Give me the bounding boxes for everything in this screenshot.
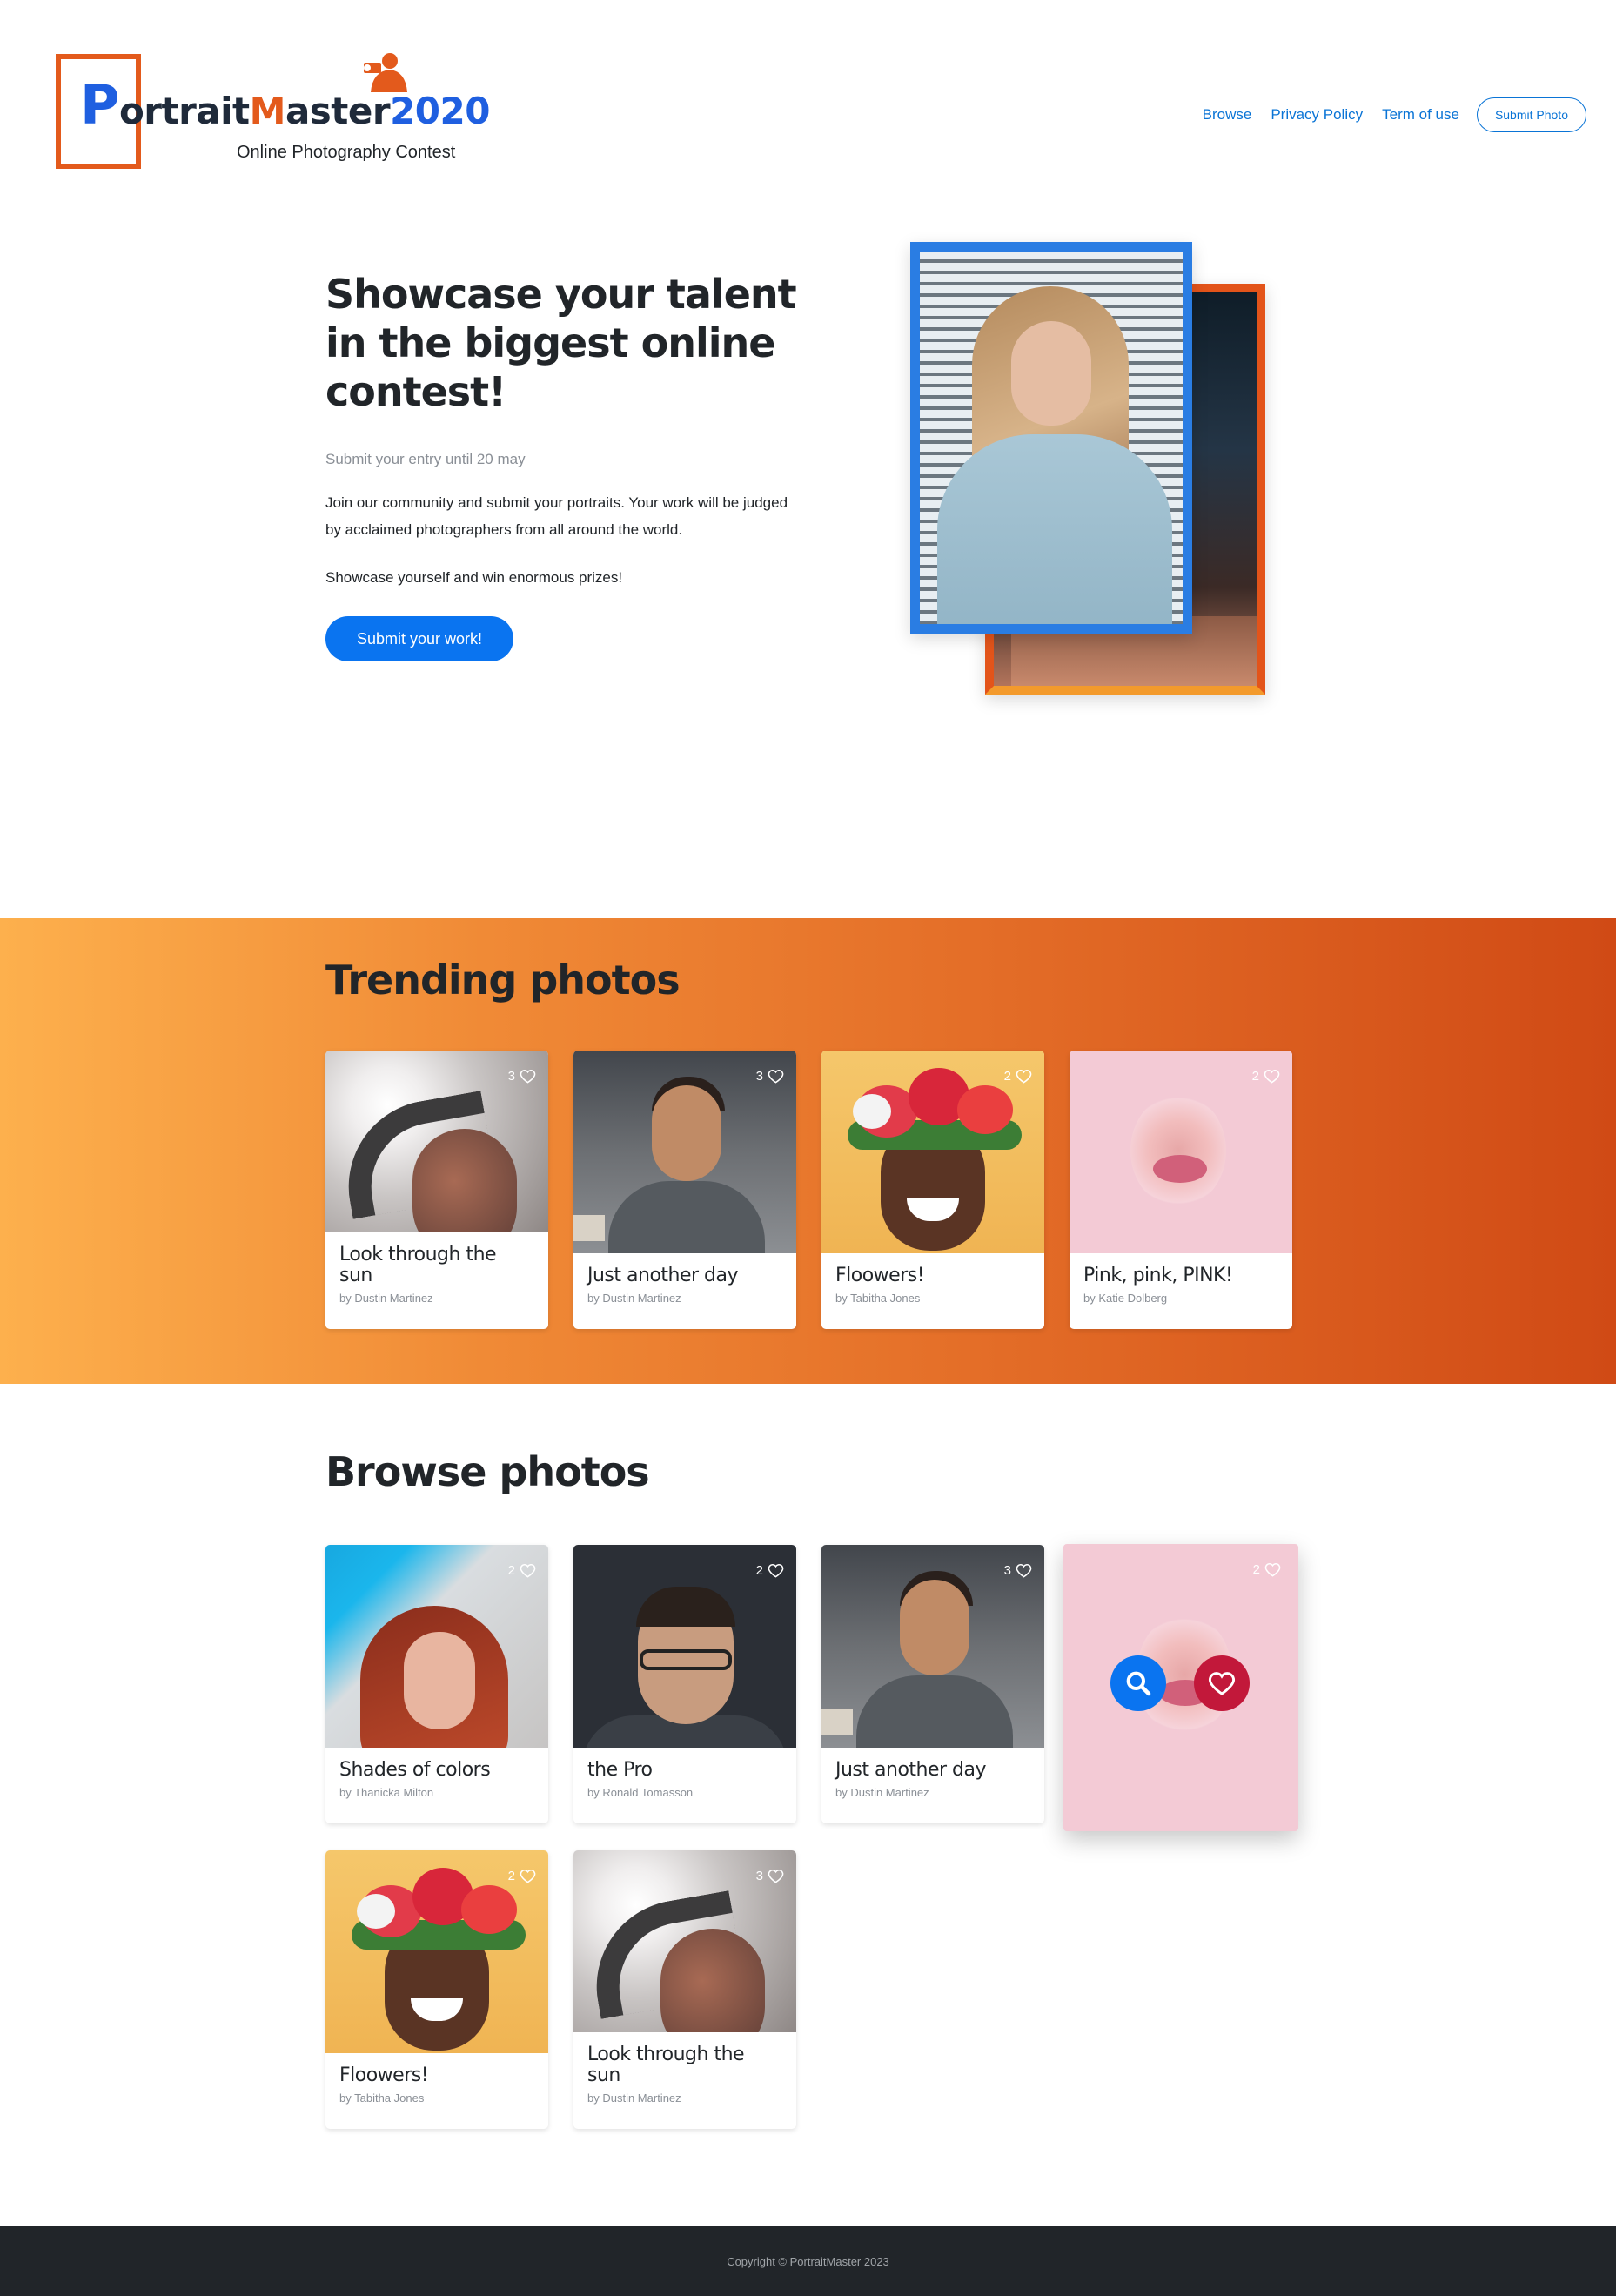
hero-image-front xyxy=(910,242,1192,634)
trending-card[interactable]: 3 Look through the sun by Dustin Martine… xyxy=(325,1051,548,1329)
photo-author: by Ronald Tomasson xyxy=(587,1786,694,1799)
main-nav: Browse Privacy Policy Term of use Submit… xyxy=(1184,97,1586,132)
like-count[interactable]: 3 xyxy=(508,1068,536,1084)
heart-icon xyxy=(520,1070,536,1084)
heart-icon xyxy=(768,1070,784,1084)
photo-image: 2 xyxy=(821,1051,1044,1253)
photo-author: by Dustin Martinez xyxy=(339,1292,433,1305)
search-icon xyxy=(1126,1671,1151,1696)
photo-author: by Dustin Martinez xyxy=(587,2091,681,2105)
photo-title[interactable]: Floowers! xyxy=(325,2065,548,2086)
browse-card-hovered[interactable]: 2 xyxy=(1063,1544,1298,1831)
like-count[interactable]: 3 xyxy=(756,1068,784,1084)
site-footer: Copyright © PortraitMaster 2023 xyxy=(0,2226,1616,2296)
nav-link-browse[interactable]: Browse xyxy=(1203,106,1252,124)
nav-link-privacy-policy[interactable]: Privacy Policy xyxy=(1271,106,1363,124)
photo-image: 2 xyxy=(573,1545,796,1748)
heart-icon xyxy=(1264,1563,1281,1577)
photo-image: 3 xyxy=(573,1051,796,1253)
view-photo-button[interactable] xyxy=(1110,1655,1166,1711)
photo-image: 2 xyxy=(325,1850,548,2053)
browse-card[interactable]: 2 the Pro by Ronald Tomasson xyxy=(573,1545,796,1823)
photo-author: by Thanicka Milton xyxy=(339,1786,434,1799)
submit-photo-button[interactable]: Submit Photo xyxy=(1476,97,1586,132)
browse-title: Browse photos xyxy=(325,1448,650,1495)
like-count[interactable]: 2 xyxy=(1004,1068,1032,1084)
photo-image: 2 xyxy=(325,1545,548,1748)
trending-card[interactable]: 2 Pink, pink, PINK! by Katie Dolberg xyxy=(1070,1051,1292,1329)
heart-icon xyxy=(768,1564,784,1578)
photo-title[interactable]: Just another day xyxy=(821,1760,1044,1781)
like-count[interactable]: 2 xyxy=(1252,1068,1280,1084)
browse-card[interactable]: 2 Shades of colors by Thanicka Milton xyxy=(325,1545,548,1823)
site-header: PortraitMaster2020 Online Photography Co… xyxy=(0,0,1616,209)
photo-author: by Tabitha Jones xyxy=(835,1292,921,1305)
photo-title[interactable]: Pink, pink, PINK! xyxy=(1070,1265,1292,1286)
hero-title: Showcase your talent in the biggest onli… xyxy=(325,271,797,415)
trending-title: Trending photos xyxy=(325,957,681,1004)
like-count[interactable]: 3 xyxy=(1004,1562,1032,1579)
heart-icon xyxy=(520,1564,536,1578)
heart-icon xyxy=(768,1870,784,1883)
heart-icon xyxy=(1264,1070,1280,1084)
like-count[interactable]: 3 xyxy=(756,1868,784,1884)
nav-link-term-of-use[interactable]: Term of use xyxy=(1382,106,1459,124)
photo-image: 3 xyxy=(573,1850,796,2032)
site-logo[interactable]: PortraitMaster2020 Online Photography Co… xyxy=(54,50,490,174)
photo-title[interactable]: the Pro xyxy=(573,1760,796,1781)
browse-card[interactable]: 3 Just another day by Dustin Martinez xyxy=(821,1545,1044,1823)
logo-wordmark: PortraitMaster2020 xyxy=(80,73,490,137)
hero-description: Join our community and submit your portr… xyxy=(325,494,788,538)
photo-title[interactable]: Look through the sun xyxy=(573,2044,796,2086)
browse-card[interactable]: 2 Floowers! by Tabitha Jones xyxy=(325,1850,548,2129)
photo-title[interactable]: Shades of colors xyxy=(325,1760,548,1781)
trending-section: Trending photos 3 Look through the sun b… xyxy=(0,918,1616,1384)
photo-image: 3 xyxy=(821,1545,1044,1748)
submit-work-button[interactable]: Submit your work! xyxy=(325,616,513,661)
photo-image: 2 xyxy=(1070,1051,1292,1253)
like-count[interactable]: 2 xyxy=(508,1868,536,1884)
heart-icon xyxy=(1208,1672,1236,1695)
like-photo-button[interactable] xyxy=(1194,1655,1250,1711)
photo-title[interactable]: Just another day xyxy=(573,1265,796,1286)
like-count[interactable]: 2 xyxy=(508,1562,536,1579)
trending-card[interactable]: 2 Floowers! by Tabitha Jones xyxy=(821,1051,1044,1329)
photo-author: by Katie Dolberg xyxy=(1083,1292,1168,1305)
photo-author: by Dustin Martinez xyxy=(835,1786,929,1799)
browse-card[interactable]: 3 Look through the sun by Dustin Martine… xyxy=(573,1850,796,2129)
heart-icon xyxy=(1016,1070,1032,1084)
hero-cta-text: Showcase yourself and win enormous prize… xyxy=(325,569,623,586)
photo-image: 3 xyxy=(325,1051,548,1232)
trending-card[interactable]: 3 Just another day by Dustin Martinez xyxy=(573,1051,796,1329)
heart-icon xyxy=(1016,1564,1032,1578)
photo-author: by Tabitha Jones xyxy=(339,2091,425,2105)
like-count[interactable]: 2 xyxy=(756,1562,784,1579)
photo-title[interactable]: Floowers! xyxy=(821,1265,1044,1286)
like-count[interactable]: 2 xyxy=(1253,1561,1281,1578)
logo-subtitle: Online Photography Contest xyxy=(237,143,456,162)
photo-title[interactable]: Look through the sun xyxy=(325,1245,548,1286)
copyright-text: Copyright © PortraitMaster 2023 xyxy=(727,2254,889,2268)
photo-author: by Dustin Martinez xyxy=(587,1292,681,1305)
hero-deadline: Submit your entry until 20 may xyxy=(325,451,526,467)
heart-icon xyxy=(520,1870,536,1883)
